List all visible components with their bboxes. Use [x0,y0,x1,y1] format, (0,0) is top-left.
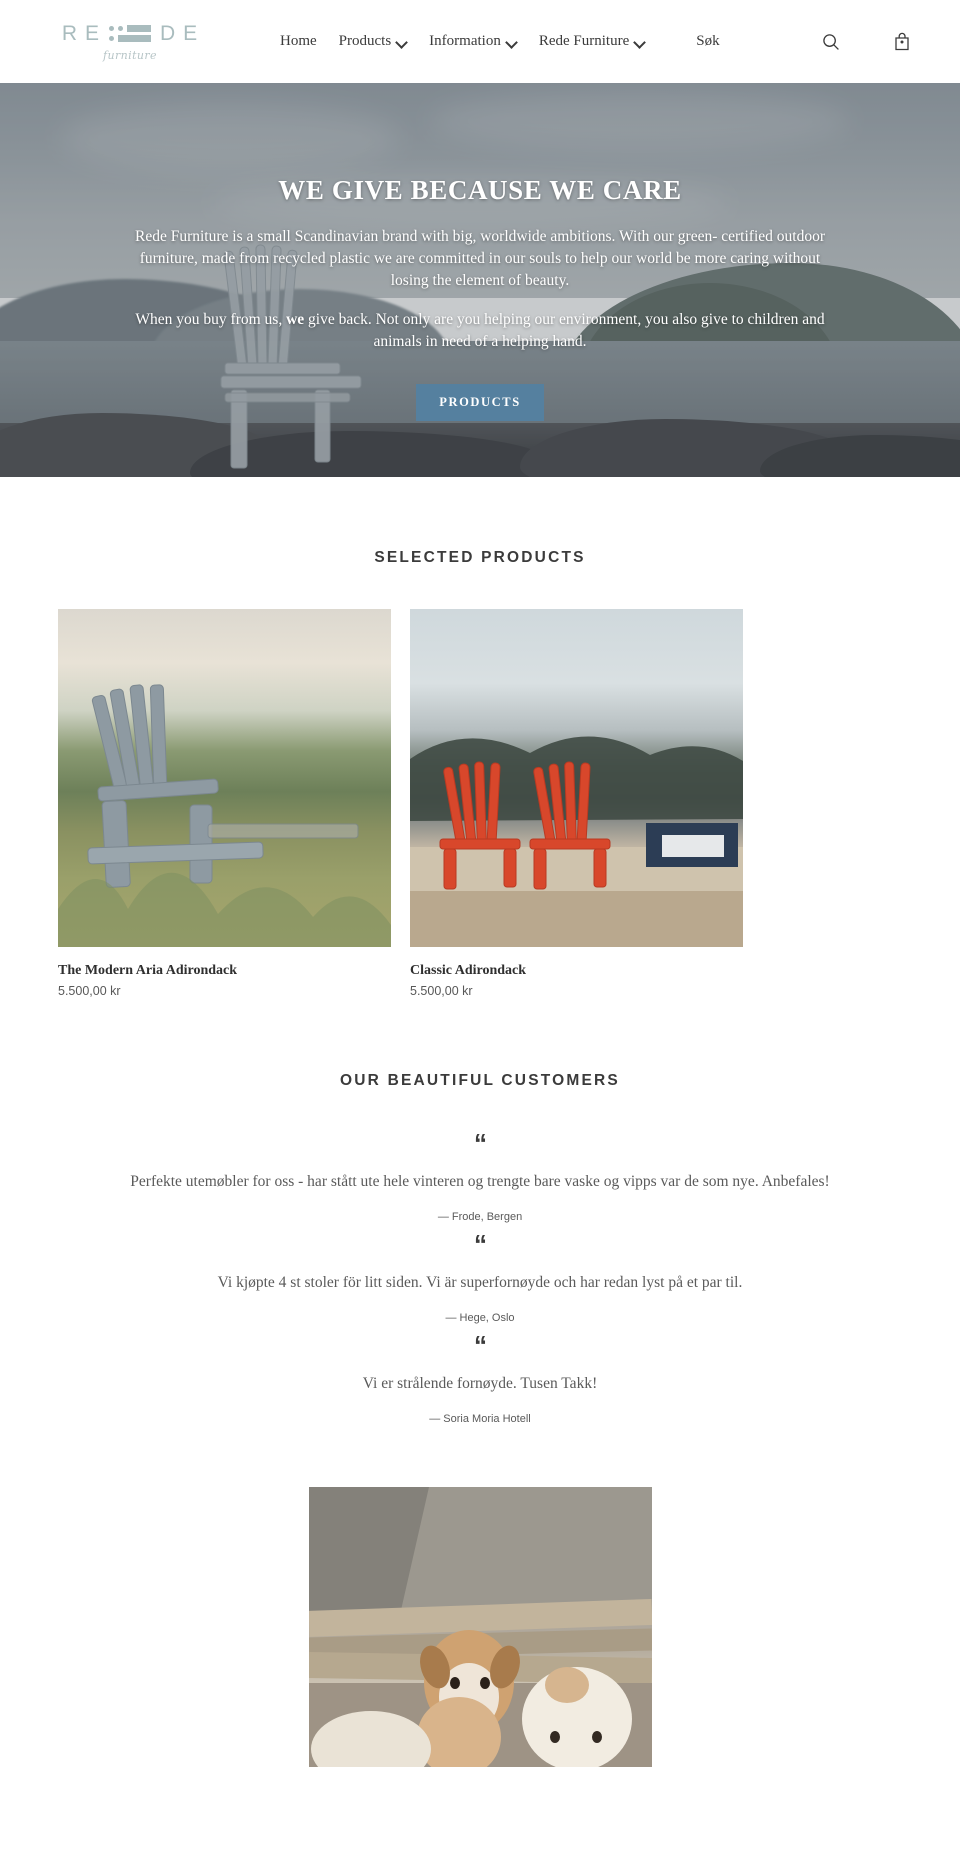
quote-icon: “ [474,1229,487,1259]
hero-banner: WE GIVE BECAUSE WE CARE Rede Furniture i… [0,83,960,477]
nav-label: Products [338,33,392,49]
product-card[interactable]: Classic Adirondack 5.500,00 kr [410,609,743,998]
puppy-white [521,1667,632,1767]
site-header: R E D E furniture Home Products Informat… [0,0,960,83]
testimonials-section: OUR BEAUTIFUL CUSTOMERS “ Perfekte utemø… [0,998,960,1425]
product-image[interactable] [58,609,391,947]
testimonial-item: “ Vi kjøpte 4 st stoler för litt siden. … [0,1231,960,1324]
nav-item-information[interactable]: Information [418,33,528,50]
logo-letter-r: R [61,21,78,45]
product-name: The Modern Aria Adirondack [58,963,238,978]
testimonial-author: — Frode, Bergen [437,1211,523,1223]
logo-letter-e2: E [183,21,199,45]
main-navigation: Home Products Information Rede Furniture… [269,33,720,50]
chevron-down-icon [396,37,407,48]
logo-subtitle: furniture [103,48,157,62]
chevron-down-icon [634,37,645,48]
bag-icon[interactable] [894,32,910,51]
testimonial-author: — Hege, Oslo [445,1312,515,1324]
logo-letter-e: E [84,21,100,45]
nav-item-products[interactable]: Products [328,33,419,50]
testimonials-list: “ Perfekte utemøbler for oss - har stått… [0,1130,960,1425]
hero-p2-pre: When you buy from us, [135,311,287,328]
hero-paragraph-2: When you buy from us, we give back. Not … [130,309,830,353]
testimonials-title: OUR BEAUTIFUL CUSTOMERS [340,1072,620,1089]
testimonial-author: — Soria Moria Hotell [429,1413,531,1425]
product-name: Classic Adirondack [410,963,527,978]
selected-products-title: SELECTED PRODUCTS [374,549,586,566]
chevron-down-icon [506,37,517,48]
product-price: 5.500,00 kr [410,984,473,998]
product-price: 5.500,00 kr [58,984,121,998]
logo-dots-bars-icon [109,25,151,42]
product-card[interactable]: The Modern Aria Adirondack 5.500,00 kr [58,609,391,998]
logo-wordmark: R E D E [62,22,198,46]
header-icon-group [822,32,932,51]
nav-label: Rede Furniture [538,33,630,49]
products-grid: The Modern Aria Adirondack 5.500,00 kr C… [0,609,960,998]
puppies-image [308,1487,652,1767]
testimonial-item: “ Perfekte utemøbler for oss - har stått… [0,1130,960,1223]
nav-item-search-text[interactable]: Søk [696,33,719,50]
quote-icon: “ [474,1128,487,1158]
testimonial-item: “ Vi er strålende fornøyde. Tusen Takk! … [0,1332,960,1425]
logo-letter-d: D [160,21,177,45]
search-icon[interactable] [822,33,840,51]
nav-item-home[interactable]: Home [269,33,328,50]
hero-products-button[interactable]: PRODUCTS [416,384,544,421]
nav-label: Home [280,33,317,49]
nav-item-rede-furniture[interactable]: Rede Furniture [528,33,656,50]
nav-label: Information [429,33,501,49]
hero-content: WE GIVE BECAUSE WE CARE Rede Furniture i… [130,83,830,421]
site-logo[interactable]: R E D E furniture [55,22,205,62]
bottom-image-section [0,1487,960,1767]
testimonial-text: Perfekte utemøbler for oss - har stått u… [130,1173,830,1190]
hero-title: WE GIVE BECAUSE WE CARE [278,175,682,205]
selected-products-section: SELECTED PRODUCTS The Modern Aria Adiron… [0,477,960,998]
product-image[interactable] [410,609,743,947]
testimonial-text: Vi kjøpte 4 st stoler för litt siden. Vi… [217,1274,743,1291]
testimonial-text: Vi er strålende fornøyde. Tusen Takk! [362,1375,598,1392]
hero-p2-post: give back. Not only are you helping our … [304,311,825,350]
hero-p2-bold: we [286,311,305,328]
hero-paragraph-1: Rede Furniture is a small Scandinavian b… [135,228,825,289]
quote-icon: “ [474,1330,487,1360]
